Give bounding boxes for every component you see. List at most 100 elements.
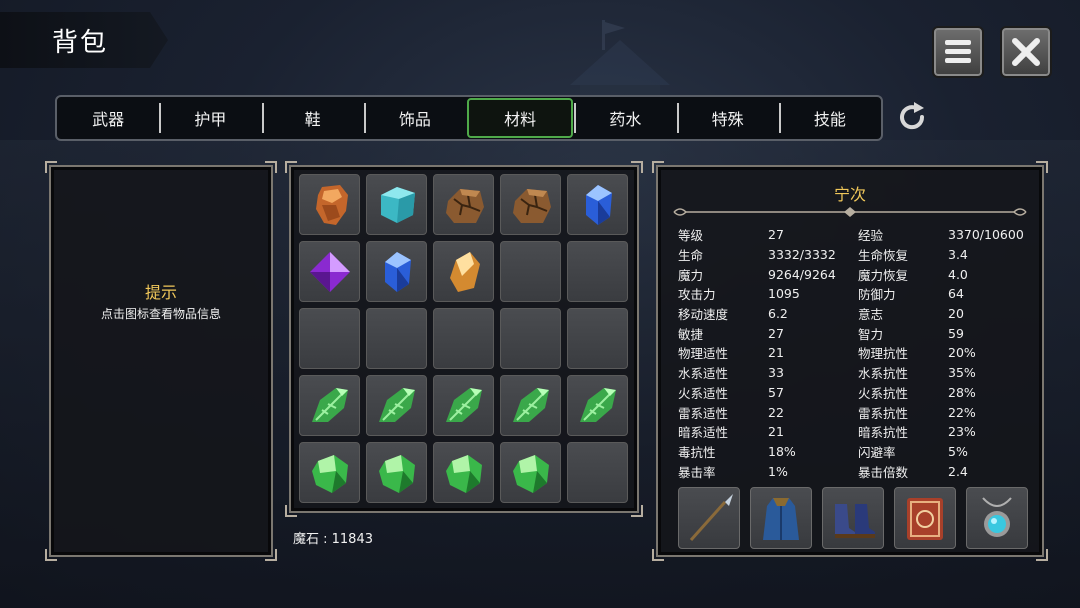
stat-label: 闪避率 — [858, 444, 896, 460]
inventory-slot[interactable] — [366, 174, 427, 235]
green-leaf-crystal-icon — [378, 387, 415, 422]
stat-value: 2.4 — [948, 463, 968, 479]
green-jade-icon — [512, 454, 549, 493]
green-leaf-crystal-icon — [512, 387, 549, 422]
inventory-slot[interactable] — [500, 308, 561, 369]
inventory-slot[interactable] — [433, 241, 494, 302]
spear-icon — [689, 494, 733, 542]
inventory-slot[interactable] — [567, 241, 628, 302]
inventory-slot[interactable] — [567, 375, 628, 436]
stat-row: 暴击率 1% 暴击倍数 2.4 — [678, 461, 1038, 481]
stat-label: 物理适性 — [678, 346, 729, 362]
stat-label: 防御力 — [858, 287, 896, 303]
equipment-slot[interactable] — [966, 487, 1028, 549]
stat-label: 攻击力 — [678, 287, 716, 303]
inventory-slot[interactable] — [433, 442, 494, 503]
refresh-icon[interactable] — [894, 99, 930, 135]
castle-silhouette — [570, 20, 670, 170]
inventory-slot[interactable] — [299, 241, 360, 302]
corner-ornament — [285, 161, 297, 173]
equipment-row — [678, 487, 1028, 549]
stat-value: 5% — [948, 443, 968, 459]
stat-row: 暗系适性 21 暗系抗性 23% — [678, 422, 1038, 442]
corner-ornament — [1036, 549, 1048, 561]
inventory-slot[interactable] — [500, 442, 561, 503]
inventory-slot[interactable] — [567, 442, 628, 503]
stat-value: 23% — [948, 424, 976, 440]
inventory-slot[interactable] — [366, 241, 427, 302]
stat-row: 敏捷 27 智力 59 — [678, 323, 1038, 343]
tab-7[interactable]: 技能 — [778, 97, 881, 139]
corner-ornament — [45, 161, 57, 173]
inventory-slot[interactable] — [567, 308, 628, 369]
stat-value: 6.2 — [768, 306, 788, 322]
stat-value: 27 — [768, 227, 784, 243]
corner-ornament — [652, 549, 664, 561]
inventory-slot[interactable] — [500, 174, 561, 235]
inventory-slot[interactable] — [299, 375, 360, 436]
stat-row: 水系适性 33 水系抗性 35% — [678, 363, 1038, 383]
corner-ornament — [1036, 161, 1048, 173]
inventory-slot[interactable] — [433, 174, 494, 235]
inventory-slot[interactable] — [433, 375, 494, 436]
tab-0[interactable]: 武器 — [57, 97, 159, 139]
stat-row: 等级 27 经验 3370/10600 — [678, 225, 1038, 245]
inventory-slot[interactable] — [366, 375, 427, 436]
stat-value: 64 — [948, 286, 964, 302]
tab-5[interactable]: 药水 — [574, 97, 676, 139]
corner-ornament — [265, 161, 277, 173]
inventory-slot[interactable] — [299, 174, 360, 235]
character-stats-panel: 宁次 等级 27 经验 3370/10600 生命 3332/3332 生命恢复 3.4 魔力 9… — [652, 161, 1048, 561]
tab-2[interactable]: 鞋 — [261, 97, 364, 139]
menu-button[interactable] — [932, 26, 984, 78]
tab-4[interactable]: 材料 — [467, 98, 574, 138]
stat-label: 物理抗性 — [858, 346, 909, 362]
blue-gem-icon — [384, 251, 411, 292]
inventory-slot[interactable] — [500, 375, 561, 436]
inventory-slot[interactable] — [299, 308, 360, 369]
stat-value: 20% — [948, 345, 976, 361]
corner-ornament — [45, 549, 57, 561]
page-title: 背包 — [52, 28, 109, 58]
stat-row: 毒抗性 18% 闪避率 5% — [678, 442, 1038, 462]
inventory-slot[interactable] — [299, 442, 360, 503]
menu-icon — [945, 40, 971, 63]
stat-row: 移动速度 6.2 意志 20 — [678, 304, 1038, 324]
inventory-slot[interactable] — [366, 442, 427, 503]
green-leaf-crystal-icon — [311, 387, 348, 422]
green-jade-icon — [445, 454, 482, 493]
equipment-slot[interactable] — [822, 487, 884, 549]
inventory-slot[interactable] — [366, 308, 427, 369]
close-button[interactable] — [1000, 26, 1052, 78]
stat-value: 59 — [948, 325, 964, 341]
stat-label: 意志 — [858, 307, 884, 323]
equipment-slot[interactable] — [750, 487, 812, 549]
category-tabs: 武器 护甲鞋饰品 材料 药水 特殊 技能 — [55, 95, 883, 141]
stat-value: 57 — [768, 384, 784, 400]
tab-6[interactable]: 特殊 — [676, 97, 779, 139]
ice-cube-icon — [380, 186, 415, 223]
inventory-slot[interactable] — [500, 241, 561, 302]
robe-icon — [763, 498, 799, 540]
stat-row: 攻击力 1095 防御力 64 — [678, 284, 1038, 304]
stat-row: 魔力 9264/9264 魔力恢复 4.0 — [678, 264, 1038, 284]
tab-3[interactable]: 饰品 — [363, 97, 466, 139]
purple-crystal-icon — [309, 251, 350, 292]
stat-label: 经验 — [858, 228, 884, 244]
stat-row: 雷系适性 22 雷系抗性 22% — [678, 402, 1038, 422]
tab-1[interactable]: 护甲 — [159, 97, 261, 139]
stat-value: 28% — [948, 384, 976, 400]
boots-icon — [835, 504, 875, 538]
inventory-slot[interactable] — [567, 174, 628, 235]
inventory-slot[interactable] — [433, 308, 494, 369]
stat-label: 水系抗性 — [858, 366, 909, 382]
stat-row: 火系适性 57 火系抗性 28% — [678, 383, 1038, 403]
stat-value: 21 — [768, 345, 784, 361]
equipment-slot[interactable] — [678, 487, 740, 549]
corner-ornament — [631, 505, 643, 517]
corner-ornament — [631, 161, 643, 173]
stat-label: 暗系适性 — [678, 425, 729, 441]
stat-label: 等级 — [678, 228, 704, 244]
spellbook-icon — [907, 498, 943, 540]
equipment-slot[interactable] — [894, 487, 956, 549]
